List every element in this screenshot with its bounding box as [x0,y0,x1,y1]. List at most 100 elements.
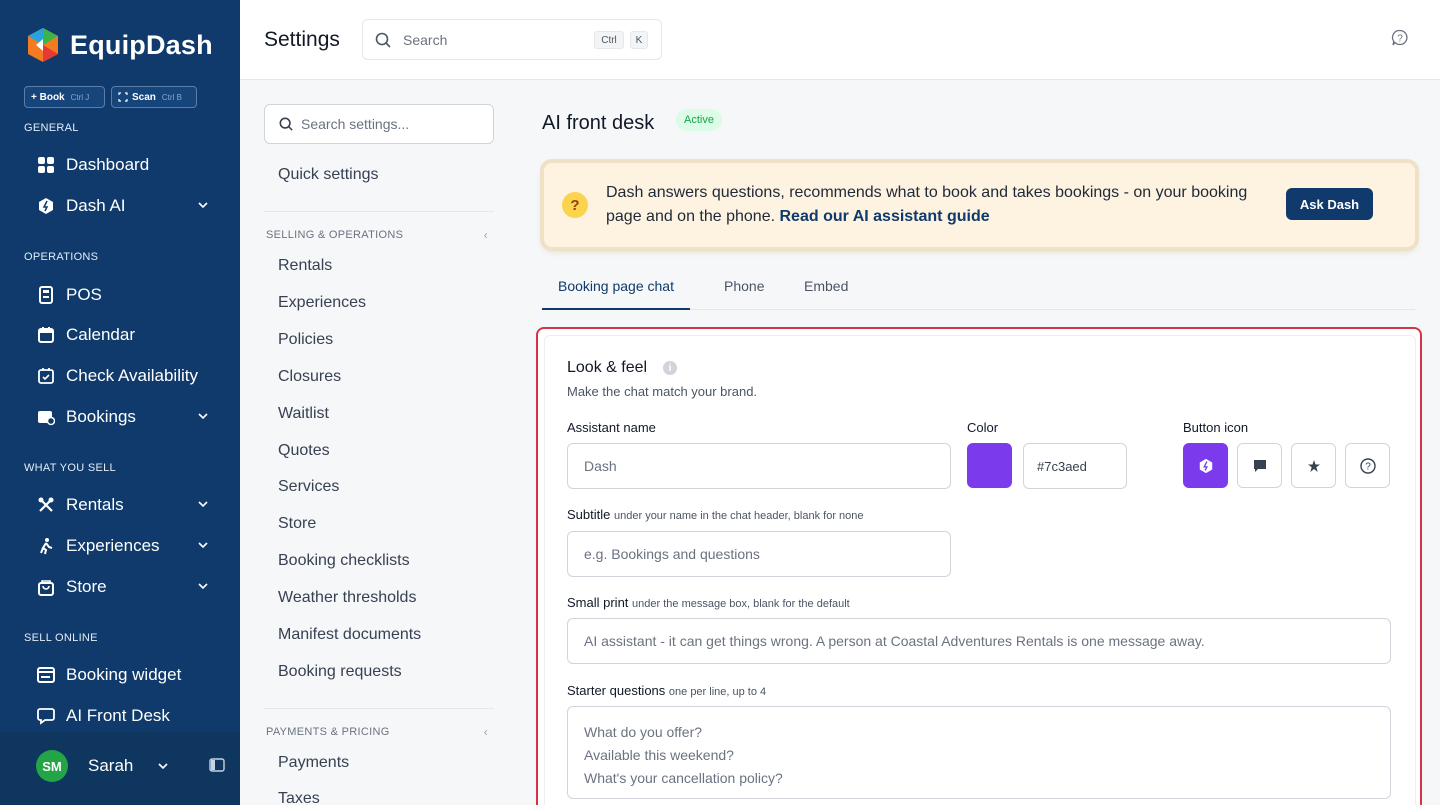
guide-link[interactable]: Read our AI assistant guide [780,208,990,225]
app-logo[interactable]: EquipDash [24,26,213,64]
sidebar-item-ai-front-desk[interactable]: AI Front Desk [36,702,216,730]
chevron-down-icon[interactable] [196,198,210,212]
sidebar-item-label: Booking widget [66,665,182,684]
starter-label-text: Starter questions [567,683,666,698]
icon-option-chat[interactable] [1237,443,1282,488]
sidebar-item-label: Experiences [66,536,160,555]
chevron-down-icon[interactable] [196,497,210,511]
content-title: AI front desk [542,112,655,134]
sparkle-icon [1307,459,1320,472]
settings-nav-item[interactable]: Weather thresholds [278,589,416,607]
settings-nav-item[interactable]: Policies [278,331,333,349]
settings-section-payments[interactable]: PAYMENTS & PRICING ‹ [266,725,492,739]
question-icon: ? [562,192,588,218]
quick-book-button[interactable]: + Book Ctrl J [24,86,105,108]
color-hex-input[interactable]: #7c3aed [1023,443,1127,489]
settings-nav-item[interactable]: Rentals [278,257,332,275]
settings-nav-item[interactable]: Taxes [278,790,320,805]
assistant-name-label: Assistant name [567,420,656,435]
settings-nav-item[interactable]: Services [278,478,339,496]
section-subtitle: Make the chat match your brand. [567,384,758,399]
sidebar-item-store[interactable]: Store [36,573,216,601]
sidebar-item-dash-ai[interactable]: Dash AI [36,192,216,220]
starter-hint: one per line, up to 4 [668,686,767,698]
button-icon-label: Button icon [1183,420,1249,435]
question-circle-icon: ? [1359,457,1376,474]
sidebar-item-pos[interactable]: POS [36,281,216,309]
help-icon[interactable]: ? [1391,29,1409,47]
settings-nav-item[interactable]: Closures [278,368,341,386]
sidebar-item-check-availability[interactable]: Check Availability [36,362,216,390]
chevron-down-icon[interactable] [156,759,170,773]
section-title: Look & feel [567,359,647,377]
collapse-sidebar-icon[interactable] [209,758,225,772]
user-name[interactable]: Sarah [88,756,133,776]
tab-phone[interactable]: Phone [724,278,764,310]
section-title-text: Look & feel [567,359,648,376]
grid-icon [36,155,56,175]
small-print-hint: under the message box, blank for the def… [632,598,850,610]
section-label: SELLING & OPERATIONS [266,229,404,241]
widget-icon [36,665,56,685]
divider [264,211,494,212]
settings-nav-item[interactable]: Payments [278,754,349,772]
subtitle-input[interactable]: e.g. Bookings and questions [567,531,951,577]
sidebar-item-calendar[interactable]: Calendar [36,321,216,349]
ai-hexagon-icon [36,196,56,216]
sidebar-item-bookings[interactable]: Bookings [36,403,216,431]
settings-nav-item[interactable]: Waitlist [278,405,329,423]
calendar-icon [36,325,56,345]
icon-option-help[interactable]: ? [1345,443,1390,488]
section-general: GENERAL [24,122,79,134]
quick-scan-button[interactable]: Scan Ctrl B [111,86,197,108]
sidebar-item-label: Dash AI [66,196,126,215]
tab-embed[interactable]: Embed [804,278,848,310]
starter-questions-textarea[interactable]: What do you offer? Available this weeken… [567,706,1391,799]
quick-book-label: + Book [31,91,65,103]
sidebar-item-dashboard[interactable]: Dashboard [36,151,216,179]
settings-nav-item[interactable]: Experiences [278,294,366,312]
section-what-you-sell: WHAT YOU SELL [24,462,116,474]
icon-option-ai[interactable] [1183,443,1228,488]
avatar[interactable]: SM [36,750,68,782]
settings-nav-item[interactable]: Booking checklists [278,552,410,570]
small-print-input[interactable]: AI assistant - it can get things wrong. … [567,618,1391,664]
section-operations: OPERATIONS [24,251,99,263]
settings-nav-quick[interactable]: Quick settings [278,166,378,184]
sidebar-item-label: Calendar [66,325,135,344]
settings-section-selling[interactable]: SELLING & OPERATIONS ‹ [266,228,492,242]
global-search-input[interactable]: Search Ctrl K [362,19,662,60]
settings-nav-item[interactable]: Store [278,515,316,533]
ask-dash-button[interactable]: Ask Dash [1286,188,1373,220]
settings-search-input[interactable]: Search settings... [264,104,494,144]
svg-text:?: ? [1365,461,1371,472]
icon-option-sparkle[interactable] [1291,443,1336,488]
sidebar-item-label: Rentals [66,495,124,514]
chevron-down-icon[interactable] [196,409,210,423]
sidebar-item-booking-widget[interactable]: Booking widget [36,661,216,689]
assistant-name-input[interactable]: Dash [567,443,951,489]
starter-line: Available this weekend? [584,747,734,763]
sidebar-item-rentals[interactable]: Rentals [36,491,216,519]
chevron-left-icon[interactable]: ‹ [484,228,488,242]
chevron-down-icon[interactable] [196,579,210,593]
chevron-left-icon[interactable]: ‹ [484,725,488,739]
quick-scan-shortcut: Ctrl B [161,92,182,102]
chat-bubble-icon [36,706,56,726]
sidebar: EquipDash + Book Ctrl J Scan Ctrl B GENE… [0,0,240,805]
color-swatch[interactable] [967,443,1012,488]
sidebar-item-experiences[interactable]: Experiences [36,532,216,560]
divider [264,708,494,709]
chevron-down-icon[interactable] [196,538,210,552]
settings-nav-item[interactable]: Quotes [278,442,330,460]
subtitle-label-text: Subtitle [567,507,611,522]
subtitle-hint: under your name in the chat header, blan… [614,510,864,522]
starter-questions-label: Starter questions one per line, up to 4 [567,683,766,698]
shortcut-key-ctrl: Ctrl [594,31,624,49]
settings-nav-item[interactable]: Manifest documents [278,626,421,644]
info-icon[interactable]: i [663,361,677,375]
status-badge: Active [676,109,722,131]
starter-line: What's your cancellation policy? [584,770,783,786]
tab-booking-page-chat[interactable]: Booking page chat [542,278,690,310]
settings-nav-item[interactable]: Booking requests [278,663,402,681]
